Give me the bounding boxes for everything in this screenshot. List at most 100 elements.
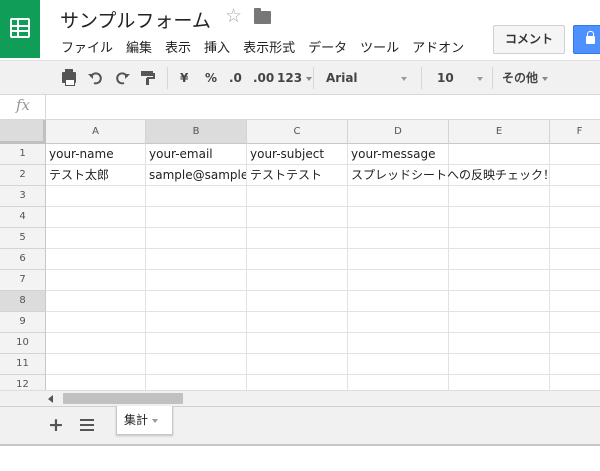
cell-c4[interactable] <box>247 207 348 228</box>
cell-d1[interactable]: your-message <box>348 144 449 165</box>
sheet-tab-active[interactable]: 集計 <box>116 406 173 435</box>
document-title[interactable]: サンプルフォーム <box>60 6 211 33</box>
cell-c12[interactable] <box>247 375 348 391</box>
cell-b10[interactable] <box>146 333 247 354</box>
menu-insert[interactable]: 挿入 <box>204 37 230 56</box>
add-sheet-button[interactable]: + <box>48 413 64 437</box>
cell-b9[interactable] <box>146 312 247 333</box>
cell-d7[interactable] <box>348 270 449 291</box>
cell-d6[interactable] <box>348 249 449 270</box>
star-icon[interactable]: ☆ <box>225 7 242 26</box>
row-header-5[interactable]: 5 <box>0 228 46 249</box>
cell-b11[interactable] <box>146 354 247 375</box>
column-header-c[interactable]: C <box>247 120 348 144</box>
cell-a7[interactable] <box>46 270 146 291</box>
cell-b5[interactable] <box>146 228 247 249</box>
cell-f5[interactable] <box>550 228 600 249</box>
cell-a9[interactable] <box>46 312 146 333</box>
cell-d9[interactable] <box>348 312 449 333</box>
print-icon[interactable] <box>62 69 76 86</box>
cell-b6[interactable] <box>146 249 247 270</box>
cell-a11[interactable] <box>46 354 146 375</box>
cell-e7[interactable] <box>449 270 550 291</box>
cell-f3[interactable] <box>550 186 600 207</box>
cell-e5[interactable] <box>449 228 550 249</box>
sheets-logo-icon[interactable] <box>0 0 40 58</box>
formula-input[interactable] <box>50 97 590 117</box>
folder-icon[interactable] <box>254 8 271 24</box>
more-button[interactable]: その他 <box>502 70 549 86</box>
menu-addons[interactable]: アドオン <box>412 37 464 56</box>
increase-decimal-button[interactable]: .00 <box>253 70 274 86</box>
row-header-2[interactable]: 2 <box>0 165 46 186</box>
currency-format-button[interactable]: ¥ <box>180 70 188 86</box>
menu-tools[interactable]: ツール <box>360 37 399 56</box>
cell-a6[interactable] <box>46 249 146 270</box>
cell-b1[interactable]: your-email <box>146 144 247 165</box>
cell-d12[interactable] <box>348 375 449 391</box>
menu-view[interactable]: 表示 <box>165 37 191 56</box>
horizontal-scrollbar[interactable] <box>0 390 600 406</box>
cell-b8[interactable] <box>146 291 247 312</box>
cell-f12[interactable] <box>550 375 600 391</box>
cell-e4[interactable] <box>449 207 550 228</box>
paint-format-icon[interactable] <box>140 70 156 86</box>
cell-d2[interactable]: スプレッドシートへの反映チェック！ <box>348 165 555 186</box>
row-header-4[interactable]: 4 <box>0 207 46 228</box>
cell-a3[interactable] <box>46 186 146 207</box>
cell-e12[interactable] <box>449 375 550 391</box>
cell-c6[interactable] <box>247 249 348 270</box>
cell-f9[interactable] <box>550 312 600 333</box>
cell-c1[interactable]: your-subject <box>247 144 348 165</box>
cell-c2[interactable]: テストテスト <box>247 165 348 186</box>
cell-a2[interactable]: テスト太郎 <box>46 165 146 186</box>
row-header-11[interactable]: 11 <box>0 354 46 375</box>
comment-button[interactable]: コメント <box>493 25 565 54</box>
cell-e10[interactable] <box>449 333 550 354</box>
cell-d11[interactable] <box>348 354 449 375</box>
chevron-down-icon[interactable] <box>152 418 159 423</box>
menu-data[interactable]: データ <box>308 37 347 56</box>
cell-f6[interactable] <box>550 249 600 270</box>
row-header-9[interactable]: 9 <box>0 312 46 333</box>
cell-f1[interactable] <box>550 144 600 165</box>
column-header-a[interactable]: A <box>46 120 146 144</box>
font-size-dropdown[interactable]: 10 <box>437 70 454 86</box>
select-all-corner[interactable] <box>0 120 46 144</box>
cell-a4[interactable] <box>46 207 146 228</box>
cell-d10[interactable] <box>348 333 449 354</box>
cell-a5[interactable] <box>46 228 146 249</box>
redo-icon[interactable] <box>114 71 130 85</box>
cell-e3[interactable] <box>449 186 550 207</box>
cell-e6[interactable] <box>449 249 550 270</box>
cell-b2[interactable]: sample@sample <box>146 165 247 186</box>
font-family-dropdown[interactable]: Arial <box>326 70 358 86</box>
cell-f10[interactable] <box>550 333 600 354</box>
menu-file[interactable]: ファイル <box>61 37 113 56</box>
row-header-7[interactable]: 7 <box>0 270 46 291</box>
cell-b7[interactable] <box>146 270 247 291</box>
cell-c5[interactable] <box>247 228 348 249</box>
share-button[interactable] <box>573 25 600 54</box>
cell-d5[interactable] <box>348 228 449 249</box>
cell-f11[interactable] <box>550 354 600 375</box>
menu-format[interactable]: 表示形式 <box>243 37 295 56</box>
menu-edit[interactable]: 編集 <box>126 37 152 56</box>
row-header-3[interactable]: 3 <box>0 186 46 207</box>
cell-a12[interactable] <box>46 375 146 391</box>
cell-c8[interactable] <box>247 291 348 312</box>
sheet-list-menu-icon[interactable] <box>80 419 94 431</box>
cell-a10[interactable] <box>46 333 146 354</box>
cell-f8[interactable] <box>550 291 600 312</box>
row-header-10[interactable]: 10 <box>0 333 46 354</box>
cell-d3[interactable] <box>348 186 449 207</box>
cell-e8[interactable] <box>449 291 550 312</box>
cell-c7[interactable] <box>247 270 348 291</box>
cell-f2[interactable] <box>550 165 600 186</box>
scroll-left-arrow-icon[interactable] <box>48 395 53 403</box>
cell-e11[interactable] <box>449 354 550 375</box>
cell-a8[interactable] <box>46 291 146 312</box>
cell-c3[interactable] <box>247 186 348 207</box>
decrease-decimal-button[interactable]: .0 <box>229 70 242 86</box>
row-header-6[interactable]: 6 <box>0 249 46 270</box>
